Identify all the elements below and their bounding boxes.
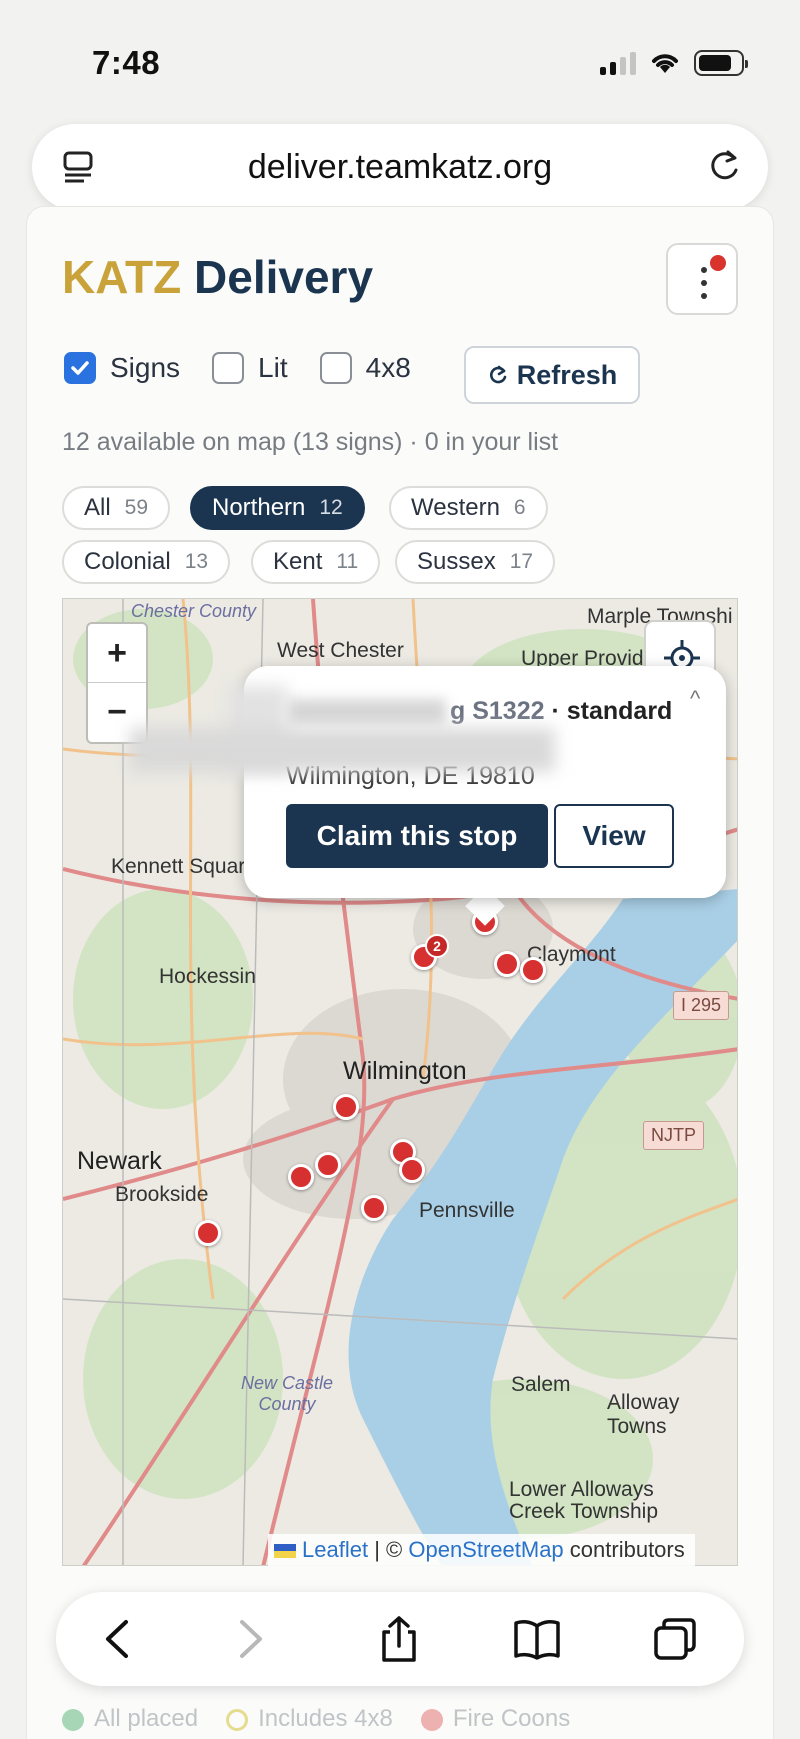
brand-katz: KATZ: [62, 251, 182, 303]
map-marker[interactable]: [333, 1094, 359, 1120]
map-label-pennsville: Pennsville: [419, 1199, 515, 1222]
region-chip-colonial[interactable]: Colonial 13: [62, 540, 231, 584]
refresh-label: Refresh: [516, 359, 618, 390]
leaflet-link[interactable]: Leaflet: [302, 1537, 368, 1562]
menu-button[interactable]: [666, 243, 738, 315]
status-time: 7:48: [92, 44, 161, 81]
chip-label: Sussex: [417, 548, 496, 575]
attribution-separator: | ©: [374, 1537, 403, 1562]
signs-checkbox[interactable]: Signs: [64, 352, 180, 384]
legend-label: Includes 4x8: [258, 1705, 393, 1732]
chip-label: All: [84, 494, 111, 521]
brand-delivery: Delivery: [194, 251, 374, 303]
map-label-lower-alloways: Lower Alloways Creek Township: [509, 1478, 659, 1523]
region-chip-all[interactable]: All 59: [62, 486, 171, 530]
refresh-icon: [489, 365, 507, 384]
wifi-icon: [652, 54, 678, 73]
map-marker[interactable]: [520, 957, 546, 983]
legend-label: Fire Coons: [452, 1705, 571, 1732]
refresh-button[interactable]: Refresh: [464, 346, 640, 404]
map-attribution: Leaflet | © OpenStreetMap contributors: [268, 1534, 695, 1566]
notification-dot: [710, 255, 726, 271]
brand-title: KATZ Delivery: [62, 250, 373, 304]
ukraine-flag-icon: [274, 1544, 296, 1559]
map-label-chester-county: Chester County: [131, 601, 257, 621]
chip-count: 17: [509, 550, 534, 573]
map-label-hockessin: Hockessin: [159, 965, 256, 988]
bookmarks-icon[interactable]: [512, 1614, 562, 1664]
legend-includes-4x8: Includes 4x8: [226, 1705, 393, 1733]
attribution-tail: contributors: [569, 1537, 685, 1562]
marker-cluster-badge[interactable]: 2: [425, 934, 449, 958]
road-shield-i295: I 295: [673, 991, 730, 1020]
zoom-control: + −: [86, 622, 148, 744]
redacted-name: [286, 699, 446, 726]
cellular-signal-icon: [600, 51, 636, 75]
map-marker[interactable]: [288, 1164, 314, 1190]
4x8-checkbox[interactable]: 4x8: [319, 352, 411, 384]
reload-icon[interactable]: [706, 148, 742, 184]
lit-checkbox[interactable]: Lit: [212, 352, 288, 384]
share-icon[interactable]: [374, 1614, 424, 1664]
zoom-in-button[interactable]: +: [88, 624, 146, 683]
map-label-wilmington: Wilmington: [343, 1057, 467, 1085]
popup-close-button[interactable]: ^: [690, 686, 700, 712]
back-arrow-icon[interactable]: [94, 1614, 144, 1664]
forward-arrow-icon[interactable]: [224, 1614, 274, 1664]
map-marker[interactable]: [399, 1157, 425, 1183]
chip-label: Colonial: [84, 548, 171, 575]
chip-label: Western: [411, 494, 500, 521]
map-label-newark: Newark: [77, 1147, 162, 1175]
popup-stop-id: g S1322: [450, 697, 545, 725]
openstreetmap-link[interactable]: OpenStreetMap: [408, 1537, 563, 1562]
signs-label: Signs: [110, 352, 181, 383]
map-label-salem: Salem: [511, 1373, 571, 1396]
checkbox-empty-icon[interactable]: [212, 352, 245, 384]
popup-stop-type: · standard: [551, 697, 673, 725]
view-stop-button[interactable]: View: [554, 804, 674, 868]
region-chip-northern[interactable]: Northern 12: [190, 486, 365, 530]
map-marker[interactable]: [361, 1195, 387, 1221]
lit-label: Lit: [258, 352, 288, 383]
map-marker[interactable]: [195, 1220, 221, 1246]
chip-count: 6: [513, 496, 526, 519]
filter-row: Signs Lit 4x8: [64, 352, 443, 384]
road-shield-njtp: NJTP: [643, 1121, 704, 1150]
claim-stop-button[interactable]: Claim this stop: [286, 804, 548, 868]
legend-label: All placed: [94, 1705, 199, 1732]
region-chip-western[interactable]: Western 6: [389, 486, 548, 530]
status-icons: [600, 50, 748, 76]
chip-label: Northern: [212, 494, 306, 521]
chip-count: 13: [184, 550, 209, 573]
redacted-street: [130, 728, 555, 772]
checkbox-checked-icon[interactable]: [64, 352, 96, 384]
map-legend: All placed Includes 4x8 Fire Coons: [62, 1705, 662, 1733]
chip-count: 12: [319, 496, 343, 519]
region-chip-sussex[interactable]: Sussex 17: [395, 540, 556, 584]
map-label-alloway: Alloway Towns: [607, 1391, 680, 1438]
browser-toolbar: [56, 1592, 744, 1686]
region-chip-kent[interactable]: Kent 11: [251, 540, 381, 584]
legend-all-placed: All placed: [62, 1705, 198, 1733]
map-marker[interactable]: [315, 1152, 341, 1178]
kebab-menu-icon: [701, 267, 707, 306]
popup-title: g S1322 · standard: [286, 697, 672, 726]
map-label-west-chester: West Chester: [277, 639, 404, 662]
url-text[interactable]: deliver.teamkatz.org: [32, 148, 768, 187]
availability-summary: 12 available on map (13 signs) · 0 in yo…: [62, 428, 559, 456]
map-marker[interactable]: [494, 951, 520, 977]
status-bar: 7:48: [0, 0, 800, 120]
chip-count: 59: [124, 496, 149, 519]
chip-count: 11: [336, 550, 359, 573]
address-bar[interactable]: deliver.teamkatz.org: [32, 124, 768, 210]
battery-icon: [694, 50, 748, 76]
map-label-kennett: Kennett Squar: [111, 855, 246, 878]
legend-fire-coons: Fire Coons: [420, 1705, 571, 1733]
checkbox-empty-icon[interactable]: [319, 352, 352, 384]
chip-label: Kent: [273, 548, 323, 575]
map-label-new-castle-county: New Castle County: [240, 1373, 334, 1414]
map-label-brookside: Brookside: [115, 1183, 209, 1206]
tabs-overview-icon[interactable]: [650, 1614, 700, 1664]
4x8-label: 4x8: [365, 352, 411, 383]
